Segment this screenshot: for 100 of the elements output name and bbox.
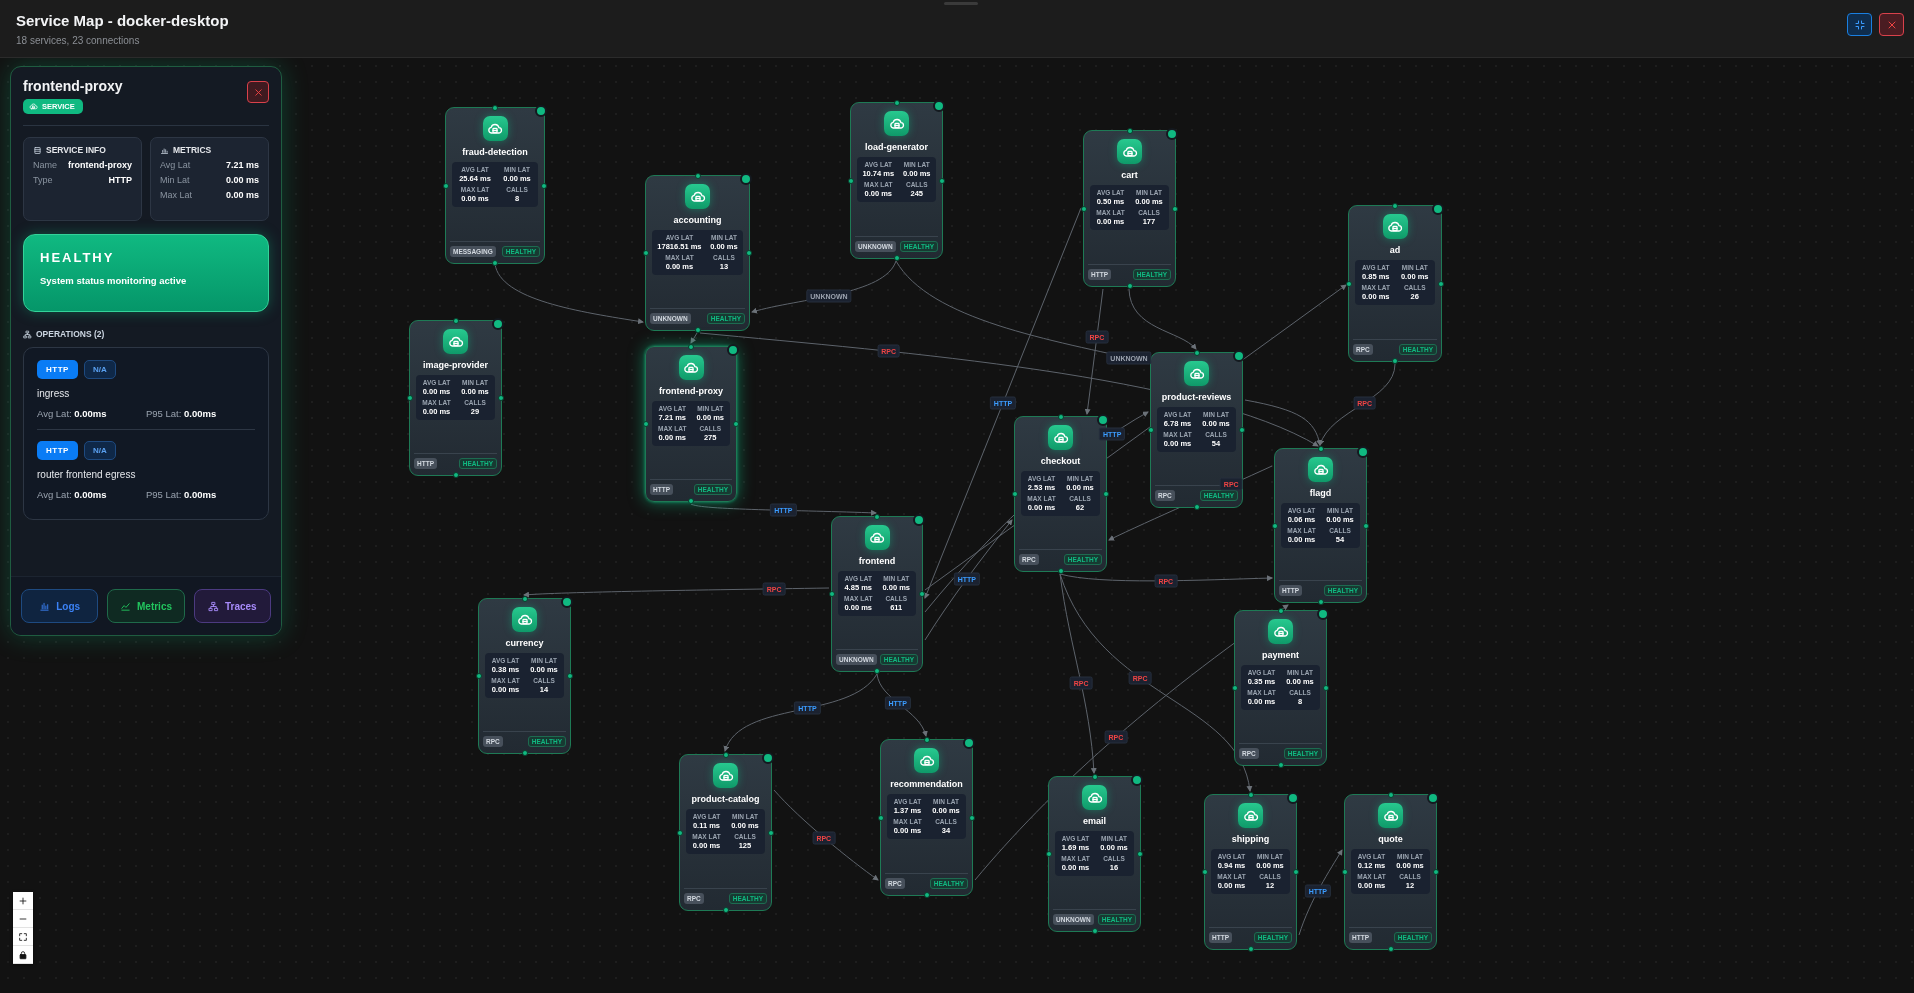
map-summary: 18 services, 23 connections (16, 34, 141, 46)
connection-handle (1433, 869, 1439, 875)
latency-stat: Avg Lat: 0.00ms (37, 489, 108, 500)
cloud-server-icon (1268, 619, 1293, 644)
service-name: currency (505, 638, 544, 648)
connection-handle (1387, 946, 1394, 952)
latency-stat: Avg Lat: 0.00ms (37, 408, 108, 419)
connection-handle (541, 182, 547, 189)
connection-handle (1012, 491, 1018, 497)
status-dot (1432, 203, 1444, 215)
field-label: Name (33, 160, 57, 170)
logs-button[interactable]: Logs (21, 589, 99, 623)
fit-view-icon (18, 931, 28, 942)
connection-handle (498, 395, 504, 401)
connection-handle (1103, 491, 1109, 497)
latency-stat: P95 Lat: 0.00ms (146, 408, 218, 419)
bar-chart-icon (160, 145, 169, 155)
service-name: image-provider (423, 360, 488, 370)
status-dot (1427, 792, 1439, 804)
status-dot (727, 344, 739, 356)
protocol-tag: HTTP (37, 441, 78, 460)
lock-icon (18, 949, 28, 960)
cloud-server-icon (685, 184, 710, 209)
connection-handle (768, 829, 774, 836)
zoom-in-button[interactable] (13, 892, 33, 910)
service-name: frontend (858, 556, 896, 566)
connection-handle (1239, 427, 1245, 433)
collapse-button[interactable] (1847, 13, 1872, 36)
hierarchy-icon (207, 600, 219, 612)
connection-handle (923, 737, 930, 743)
close-button[interactable] (1879, 13, 1904, 36)
connection-handle (746, 250, 752, 256)
connection-handle (878, 814, 884, 821)
status-dot (963, 737, 975, 749)
connection-handle (923, 892, 930, 898)
cloud-server-icon (443, 329, 468, 354)
service-name: email (1083, 816, 1106, 826)
operation-name: ingress (37, 388, 71, 399)
cloud-server-icon (1184, 361, 1209, 386)
connection-handle (1148, 427, 1154, 433)
hierarchy-icon (23, 329, 32, 339)
connection-handle (521, 596, 528, 602)
connection-handle (1081, 205, 1087, 212)
cloud-server-icon (1082, 785, 1107, 810)
connection-handle (1277, 762, 1284, 768)
connection-handle (1046, 851, 1052, 857)
connection-handle (643, 421, 649, 427)
connection-handle (1091, 774, 1098, 780)
connection-handle (443, 182, 449, 189)
health-message: System status monitoring active (40, 275, 188, 286)
status-dot (933, 100, 945, 112)
connection-handle (1193, 504, 1200, 510)
field-label: Type (33, 175, 53, 185)
connection-handle (492, 260, 498, 266)
cloud-server-icon (1238, 803, 1263, 828)
cloud-server-icon (1048, 425, 1073, 450)
metrics-button[interactable]: Metrics (107, 589, 185, 623)
status-dot (1233, 350, 1245, 362)
connection-handle (521, 750, 528, 756)
field-value: 0.00 ms (225, 175, 259, 185)
connection-handle (1137, 851, 1143, 857)
connection-handle (1438, 280, 1444, 287)
section-heading: OPERATIONS (2) (36, 329, 105, 339)
status-dot (1287, 792, 1299, 804)
connection-handle (1091, 928, 1098, 934)
connection-handle (893, 100, 900, 106)
connection-handle (1363, 522, 1369, 529)
field-label: Avg Lat (160, 160, 191, 170)
field-label: Max Lat (160, 190, 192, 200)
service-name: recommendation (890, 779, 963, 789)
bar-chart-icon (39, 600, 51, 612)
connection-handle (567, 673, 573, 679)
connection-handle (1172, 205, 1178, 212)
service-name: product-catalog (691, 794, 760, 804)
card-heading: METRICS (173, 145, 212, 155)
lock-button[interactable] (13, 946, 33, 964)
connection-handle (1247, 946, 1254, 952)
connection-handle (677, 829, 683, 836)
fit-view-button[interactable] (13, 928, 33, 946)
close-button[interactable] (247, 81, 269, 103)
connection-handle (1317, 446, 1324, 452)
service-name: frontend-proxy (659, 386, 723, 396)
connection-handle (1277, 608, 1284, 614)
status-dot (492, 318, 504, 330)
connection-handle (1293, 869, 1299, 875)
connection-handle (919, 591, 925, 597)
traces-button[interactable]: Traces (193, 589, 271, 623)
status-dot (1317, 608, 1329, 620)
status-tag: N/A (83, 441, 116, 460)
connection-handle (874, 514, 880, 520)
status-tag: N/A (83, 360, 116, 379)
window-title: Service Map - docker-desktop (16, 11, 230, 29)
connection-handle (1126, 283, 1133, 289)
connection-handle (1272, 522, 1278, 529)
field-label: Min Lat (160, 175, 190, 185)
connection-handle (722, 907, 729, 913)
connection-handle (893, 255, 900, 261)
service-name: payment (1262, 650, 1299, 660)
connection-handle (1193, 350, 1200, 356)
connection-handle (476, 673, 482, 679)
